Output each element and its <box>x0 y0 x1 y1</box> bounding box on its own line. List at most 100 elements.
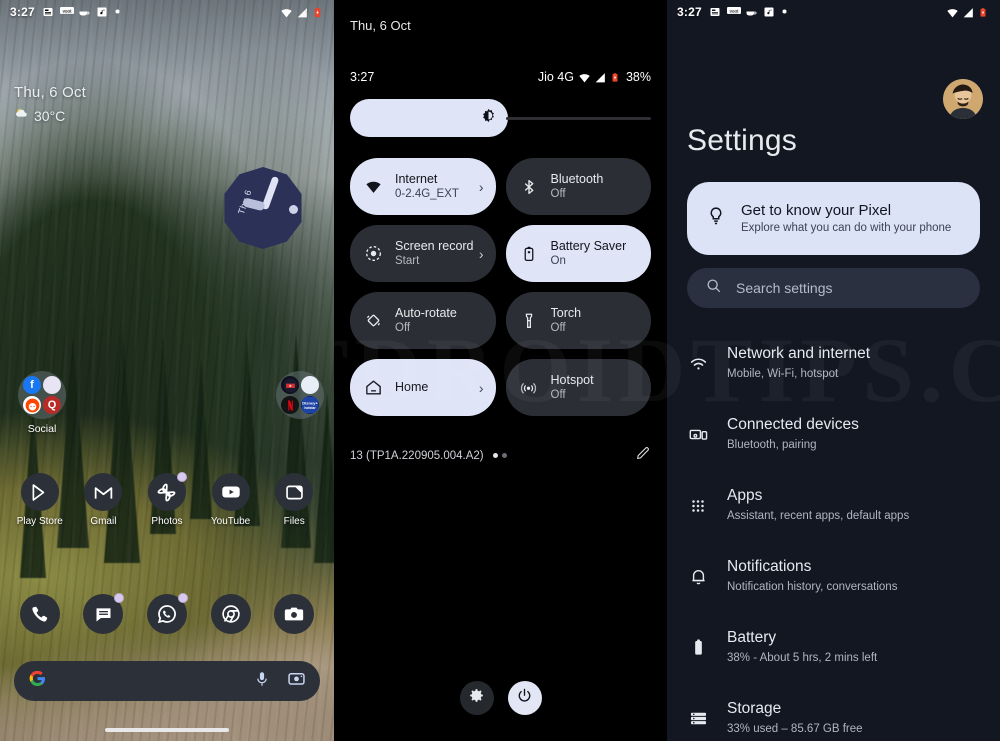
tile-title: Auto-rotate <box>395 305 457 320</box>
dock-whatsapp[interactable] <box>139 593 195 634</box>
signal-icon: ! <box>296 6 308 18</box>
battery-saver-icon <box>312 6 324 18</box>
app-gmail[interactable]: Gmail <box>75 473 131 527</box>
qs-power-button[interactable] <box>507 681 542 715</box>
battery-saver-icon <box>610 71 622 83</box>
sun-cloud-icon <box>14 106 29 126</box>
app-label: Photos <box>151 516 183 527</box>
app-badge <box>114 593 125 603</box>
messages-icon <box>83 593 125 634</box>
wifi-icon <box>362 176 384 198</box>
tile-subtitle: 0-2.4G_EXT <box>395 188 459 201</box>
pencil-icon[interactable] <box>635 445 651 466</box>
tile-subtitle: Off <box>550 322 566 335</box>
apps-grid-icon <box>687 496 709 516</box>
svg-text:voot: voot <box>729 8 739 13</box>
page-dot-2[interactable] <box>501 453 507 458</box>
signal-icon <box>962 6 974 18</box>
settings-list: Network and internet Mobile, Wi-Fi, hots… <box>687 328 986 741</box>
app-play-store[interactable]: Play Store <box>12 473 68 527</box>
tile-subtitle: Off <box>550 188 566 201</box>
home-status-bar: 3:27 voot ! <box>0 0 334 24</box>
quick-settings-panel: Thu, 6 Oct 3:27 Jio 4G 38% Internet 0-2.… <box>334 0 667 741</box>
files-icon <box>275 473 314 511</box>
tile-auto-rotate[interactable]: Auto-rotate Off <box>350 292 496 349</box>
signal-icon <box>594 71 606 83</box>
svg-text:Disney+: Disney+ <box>302 400 318 405</box>
news-icon <box>709 6 721 18</box>
tile-torch[interactable]: Torch Off <box>505 292 651 349</box>
phone-icon <box>19 594 60 634</box>
cup-icon <box>78 6 90 18</box>
qs-build-number: 13 (TP1A.220905.004.A2) <box>350 449 484 462</box>
app-photos[interactable]: Photos <box>139 472 195 527</box>
tile-home[interactable]: Home › <box>350 359 496 416</box>
navigation-pill[interactable] <box>105 728 229 732</box>
settings-item-subtitle: 38% - About 5 hrs, 2 mins left <box>727 652 878 665</box>
photos-icon <box>147 472 187 511</box>
qs-bottom-buttons <box>334 681 667 715</box>
settings-item-storage[interactable]: Storage 33% used – 85.67 GB free <box>687 683 986 741</box>
folder-entertainment[interactable]: Disney+ hotstar <box>276 371 324 419</box>
netflix-icon <box>281 396 299 414</box>
dock-messages[interactable] <box>75 593 131 634</box>
cup-icon <box>745 6 757 18</box>
dock-camera[interactable] <box>266 594 322 634</box>
dock-chrome[interactable] <box>203 594 259 634</box>
qs-page-dots[interactable] <box>492 453 507 458</box>
instagram-icon <box>43 376 61 394</box>
avatar[interactable] <box>943 79 983 119</box>
chevron-right-icon[interactable]: › <box>479 246 484 262</box>
gear-icon <box>468 687 485 709</box>
app-files[interactable]: Files <box>266 473 322 527</box>
google-search-widget[interactable] <box>14 661 320 701</box>
qs-footer: 13 (TP1A.220905.004.A2) <box>350 445 651 466</box>
chevron-right-icon[interactable]: › <box>479 179 484 195</box>
storage-icon <box>687 708 709 729</box>
tile-battery-saver[interactable]: Battery Saver On <box>505 225 651 282</box>
app-label: Gmail <box>90 516 117 527</box>
settings-item-network-and-internet[interactable]: Network and internet Mobile, Wi-Fi, hots… <box>687 328 986 399</box>
settings-item-title: Storage <box>727 700 782 718</box>
brightness-slider[interactable] <box>350 99 651 137</box>
hotstar-icon <box>301 376 319 394</box>
brightness-track[interactable] <box>506 116 651 120</box>
dock-phone[interactable] <box>12 594 68 634</box>
tile-bluetooth[interactable]: Bluetooth Off <box>505 158 651 215</box>
voot-icon: voot <box>726 6 741 18</box>
settings-item-connected-devices[interactable]: Connected devices Bluetooth, pairing <box>687 399 986 470</box>
weather-widget[interactable]: Thu, 6 Oct 30°C <box>14 84 86 126</box>
settings-item-apps[interactable]: Apps Assistant, recent apps, default app… <box>687 470 986 541</box>
news-icon <box>42 6 54 18</box>
chevron-right-icon[interactable]: › <box>479 380 484 396</box>
weather-temperature: 30°C <box>34 108 66 124</box>
search-settings-input[interactable]: Search settings <box>687 268 980 308</box>
settings-item-title: Battery <box>727 629 777 647</box>
brightness-fill[interactable] <box>350 99 508 137</box>
tile-internet[interactable]: Internet 0-2.4G_EXT › <box>350 158 496 215</box>
tile-subtitle: On <box>550 255 566 268</box>
settings-item-notifications[interactable]: Notifications Notification history, conv… <box>687 541 986 612</box>
svg-text:hotstar: hotstar <box>304 406 316 410</box>
gmail-icon <box>84 473 123 511</box>
settings-item-battery[interactable]: Battery 38% - About 5 hrs, 2 mins left <box>687 612 986 683</box>
lightbulb-icon <box>705 205 727 232</box>
microphone-icon[interactable] <box>253 670 271 693</box>
app-badge <box>176 472 187 482</box>
wifi-icon <box>687 353 709 374</box>
page-dot-1[interactable] <box>492 453 498 458</box>
qs-settings-button[interactable] <box>459 681 494 715</box>
settings-item-title: Connected devices <box>727 416 859 434</box>
dot-icon <box>114 6 126 18</box>
qs-carrier: Jio 4G <box>537 70 574 84</box>
search-icon <box>705 277 722 299</box>
google-lens-icon[interactable] <box>287 669 306 693</box>
tile-screen-record[interactable]: Screen record Start › <box>350 225 496 282</box>
facebook-icon: f <box>23 376 41 394</box>
folder-social[interactable]: f Q Social <box>18 371 66 435</box>
connected-devices-icon <box>687 424 709 445</box>
app-youtube[interactable]: YouTube <box>203 473 259 527</box>
get-to-know-pixel-card[interactable]: Get to know your Pixel Explore what you … <box>687 182 980 255</box>
app-badge <box>177 593 188 603</box>
tile-hotspot[interactable]: Hotspot Off <box>505 359 651 416</box>
